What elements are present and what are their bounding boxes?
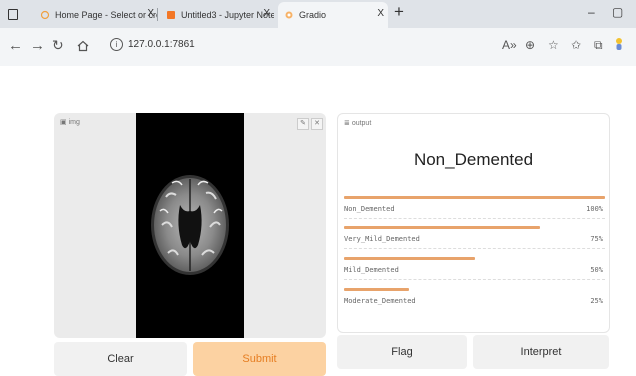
confidence-class-name: Moderate_Demented [344, 297, 416, 305]
refresh-icon[interactable]: ↻ [52, 37, 64, 54]
close-tab-icon[interactable]: X [377, 8, 384, 19]
confidence-row: Very_Mild_Demented 75% [344, 226, 605, 249]
collections-icon[interactable]: ⧉ [594, 38, 603, 53]
gradio-icon [285, 11, 293, 19]
image-edit-controls: ✎ ✕ [297, 118, 323, 130]
edit-icon[interactable]: ✎ [297, 118, 309, 130]
input-label-text: img [68, 119, 80, 126]
output-label-text: output [351, 120, 372, 127]
submit-button[interactable]: Submit [193, 342, 326, 376]
jupyter-icon [167, 11, 175, 19]
confidence-bar [344, 226, 540, 229]
flag-button[interactable]: Flag [337, 335, 467, 369]
confidence-class-name: Non_Demented [344, 205, 395, 213]
minimize-button[interactable]: – [588, 5, 595, 19]
gradio-app: ▣ img ✎ ✕ Clear Submit ≣ output Non_Deme… [0, 66, 636, 376]
new-tab-button[interactable]: + [394, 2, 404, 22]
home-icon[interactable] [77, 40, 89, 52]
confidence-bar [344, 196, 605, 199]
divider [344, 279, 605, 280]
tab-jupyter[interactable]: Untitled3 - Jupyter Notebook X [160, 2, 274, 28]
forward-icon[interactable]: → [30, 37, 45, 54]
label-output-panel: ≣ output Non_Demented Non_Demented 100% … [337, 113, 610, 333]
tab-gradio[interactable]: Gradio X [278, 2, 388, 28]
confidence-row: Non_Demented 100% [344, 196, 605, 219]
tab-title: Untitled3 - Jupyter Notebook [181, 10, 274, 20]
extension-icon[interactable] [614, 37, 624, 51]
site-info-icon[interactable]: i [110, 38, 123, 51]
confidence-class-name: Mild_Demented [344, 266, 399, 274]
tab-home-page[interactable]: Home Page - Select or create a X [34, 2, 158, 28]
url-field[interactable]: 127.0.0.1:7861 [128, 39, 195, 50]
zoom-icon[interactable]: ⊕ [525, 38, 535, 52]
interpret-button[interactable]: Interpret [473, 335, 609, 369]
close-tab-icon[interactable]: X [147, 8, 154, 19]
remove-image-icon[interactable]: ✕ [311, 118, 323, 130]
confidence-value: 25% [590, 297, 603, 305]
predicted-label: Non_Demented [413, 150, 534, 169]
confidence-row: Mild_Demented 50% [344, 257, 605, 280]
read-aloud-icon[interactable]: A» [502, 38, 517, 52]
window-menu-icon[interactable] [8, 9, 18, 20]
restore-button[interactable]: ▢ [612, 5, 623, 19]
confidence-value: 100% [586, 205, 603, 213]
output-label: ≣ output [344, 119, 371, 127]
tab-strip: Home Page - Select or create a X Untitle… [0, 0, 636, 28]
image-icon: ▣ [60, 119, 69, 126]
input-label: ▣ img [60, 118, 80, 126]
close-tab-icon[interactable]: X [263, 8, 270, 19]
image-input-panel[interactable]: ▣ img ✎ ✕ [54, 113, 326, 338]
mri-brain-image [136, 113, 244, 338]
tab-title: Gradio [299, 10, 327, 20]
favorite-icon[interactable]: ☆ [548, 38, 559, 52]
back-icon[interactable]: ← [8, 37, 23, 54]
confidence-class-name: Very_Mild_Demented [344, 235, 420, 243]
tab-divider [157, 8, 158, 21]
tab-title: Home Page - Select or create a [55, 10, 158, 20]
confidence-value: 50% [590, 266, 603, 274]
divider [344, 248, 605, 249]
address-bar: ← → ↻ i 127.0.0.1:7861 A» ⊕ ☆ ✩ ⧉ [0, 28, 636, 66]
favorites-bar-icon[interactable]: ✩ [571, 38, 581, 52]
confidence-bar [344, 257, 475, 260]
confidence-bar [344, 288, 410, 291]
label-icon: ≣ [344, 120, 352, 127]
divider [344, 218, 605, 219]
loading-icon [40, 10, 50, 20]
clear-button[interactable]: Clear [54, 342, 187, 376]
confidence-value: 75% [590, 235, 603, 243]
confidence-row: Moderate_Demented 25% [344, 288, 605, 308]
